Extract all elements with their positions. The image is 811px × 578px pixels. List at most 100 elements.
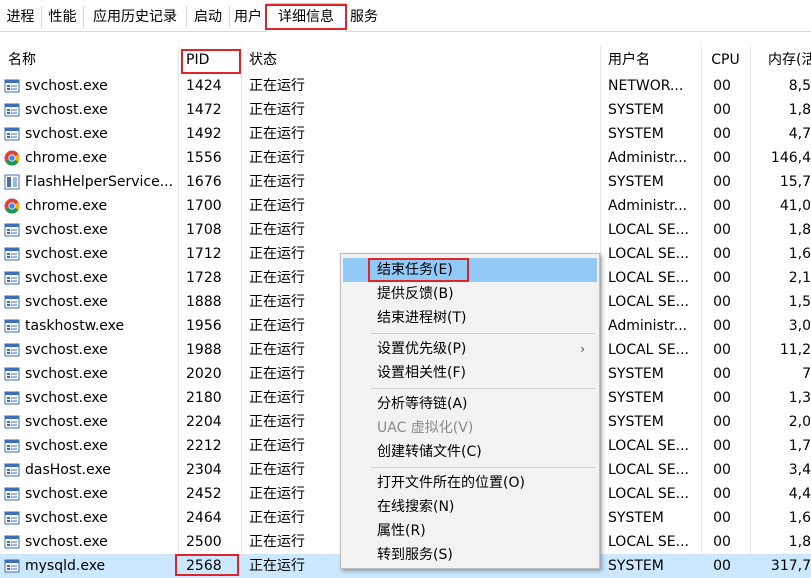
column-memory[interactable]: 内存(活 (750, 46, 811, 74)
process-pid: 1700 (186, 198, 222, 214)
process-name: svchost.exe (25, 342, 108, 358)
process-status: 正在运行 (249, 534, 305, 550)
process-memory: 1,3 (788, 390, 811, 406)
column-status[interactable]: 状态 (241, 46, 601, 74)
process-username: LOCAL SE... (608, 222, 690, 238)
process-username: LOCAL SE... (608, 294, 690, 310)
process-memory: 1,7 (788, 438, 811, 454)
process-memory: 4,4 (788, 486, 811, 502)
process-pid: 2500 (186, 534, 222, 550)
menu-provide-feedback[interactable]: 提供反馈(B) (343, 282, 597, 306)
process-row[interactable]: chrome.exe 1700 正在运行 Administr... 00 41,0 (0, 194, 811, 218)
tab-startup[interactable]: 启动 (187, 6, 230, 28)
process-row[interactable]: svchost.exe 1472 正在运行 SYSTEM 00 1,8 (0, 98, 811, 122)
service-icon (4, 510, 20, 526)
process-name: svchost.exe (25, 414, 108, 430)
process-row[interactable]: svchost.exe 1708 正在运行 LOCAL SE... 00 1,8 (0, 218, 811, 242)
chevron-right-icon: › (580, 342, 585, 356)
process-name: mysqld.exe (25, 558, 106, 574)
service-icon (4, 558, 20, 574)
column-username[interactable]: 用户名 (600, 46, 701, 74)
process-status: 正在运行 (249, 126, 305, 142)
process-pid: 1728 (186, 270, 222, 286)
process-pid: 2204 (186, 414, 222, 430)
tab-processes[interactable]: 进程 (0, 6, 42, 28)
process-username: LOCAL SE... (608, 486, 690, 502)
tab-app-history[interactable]: 应用历史记录 (84, 6, 187, 28)
tab-performance[interactable]: 性能 (42, 6, 84, 28)
menu-search-online[interactable]: 在线搜索(N) (343, 495, 597, 519)
menu-analyze-wait-chain[interactable]: 分析等待链(A) (343, 392, 597, 416)
process-username: SYSTEM (608, 558, 664, 574)
process-memory: 8,5 (788, 78, 811, 94)
menu-create-dump-file[interactable]: 创建转储文件(C) (343, 440, 597, 464)
process-status: 正在运行 (249, 294, 305, 310)
process-memory: 2,0 (788, 414, 811, 430)
service-icon (4, 102, 20, 118)
menu-separator (371, 388, 595, 389)
process-status: 正在运行 (249, 102, 305, 118)
menu-set-affinity[interactable]: 设置相关性(F) (343, 361, 597, 385)
process-memory: 1,5 (788, 294, 811, 310)
process-name: svchost.exe (25, 486, 108, 502)
process-memory: 317,7 (770, 558, 811, 574)
process-cpu: 00 (713, 150, 731, 166)
service-icon (4, 270, 20, 286)
process-name: FlashHelperService... (25, 174, 174, 190)
process-status: 正在运行 (249, 318, 305, 334)
column-pid[interactable]: PID (178, 46, 241, 74)
process-cpu: 00 (713, 270, 731, 286)
process-memory: 1,8 (788, 222, 811, 238)
process-status: 正在运行 (249, 510, 305, 526)
menu-properties[interactable]: 属性(R) (343, 519, 597, 543)
process-name: svchost.exe (25, 222, 108, 238)
process-status: 正在运行 (249, 150, 305, 166)
process-cpu: 00 (713, 462, 731, 478)
process-username: LOCAL SE... (608, 462, 690, 478)
process-name: svchost.exe (25, 78, 108, 94)
process-memory: 3,4 (788, 462, 811, 478)
process-pid: 2464 (186, 510, 222, 526)
process-cpu: 00 (713, 558, 731, 574)
process-username: Administr... (608, 198, 688, 214)
chrome-icon (4, 198, 20, 214)
process-name: svchost.exe (25, 366, 108, 382)
menu-set-priority[interactable]: 设置优先级(P) › (343, 337, 597, 361)
process-username: Administr... (608, 318, 688, 334)
process-pid: 1956 (186, 318, 222, 334)
process-cpu: 00 (713, 366, 731, 382)
process-row[interactable]: svchost.exe 1424 正在运行 NETWOR... 00 8,5 (0, 74, 811, 98)
menu-end-process-tree[interactable]: 结束进程树(T) (343, 306, 597, 330)
process-pid: 2180 (186, 390, 222, 406)
tab-details[interactable]: 详细信息 (266, 3, 346, 32)
process-name: svchost.exe (25, 102, 108, 118)
process-memory: 41,0 (779, 198, 811, 214)
process-cpu: 00 (713, 414, 731, 430)
process-username: LOCAL SE... (608, 534, 690, 550)
process-row[interactable]: FlashHelperService... 1676 正在运行 SYSTEM 00 15,… (0, 170, 811, 194)
column-cpu[interactable]: CPU (701, 46, 750, 74)
context-menu: 结束任务(E) 提供反馈(B) 结束进程树(T) 设置优先级(P) › 设置相关… (340, 253, 600, 569)
process-pid: 1708 (186, 222, 222, 238)
column-name[interactable]: 名称 (0, 46, 178, 74)
process-cpu: 00 (713, 534, 731, 550)
tab-services[interactable]: 服务 (346, 6, 382, 28)
flash-icon (4, 174, 20, 190)
process-row[interactable]: svchost.exe 1492 正在运行 SYSTEM 00 4,7 (0, 122, 811, 146)
menu-go-to-services[interactable]: 转到服务(S) (343, 543, 597, 567)
process-username: LOCAL SE... (608, 438, 690, 454)
process-status: 正在运行 (249, 198, 305, 214)
menu-end-task[interactable]: 结束任务(E) (343, 258, 597, 282)
service-icon (4, 366, 20, 382)
menu-separator (371, 467, 595, 468)
process-status: 正在运行 (249, 270, 305, 286)
service-icon (4, 78, 20, 94)
tab-users[interactable]: 用户 (230, 6, 266, 28)
process-cpu: 00 (713, 222, 731, 238)
process-memory: 2,1 (788, 270, 811, 286)
process-cpu: 00 (713, 486, 731, 502)
process-cpu: 00 (713, 102, 731, 118)
process-row[interactable]: chrome.exe 1556 正在运行 Administr... 00 146,4 (0, 146, 811, 170)
menu-open-file-location[interactable]: 打开文件所在的位置(O) (343, 471, 597, 495)
process-pid: 2452 (186, 486, 222, 502)
